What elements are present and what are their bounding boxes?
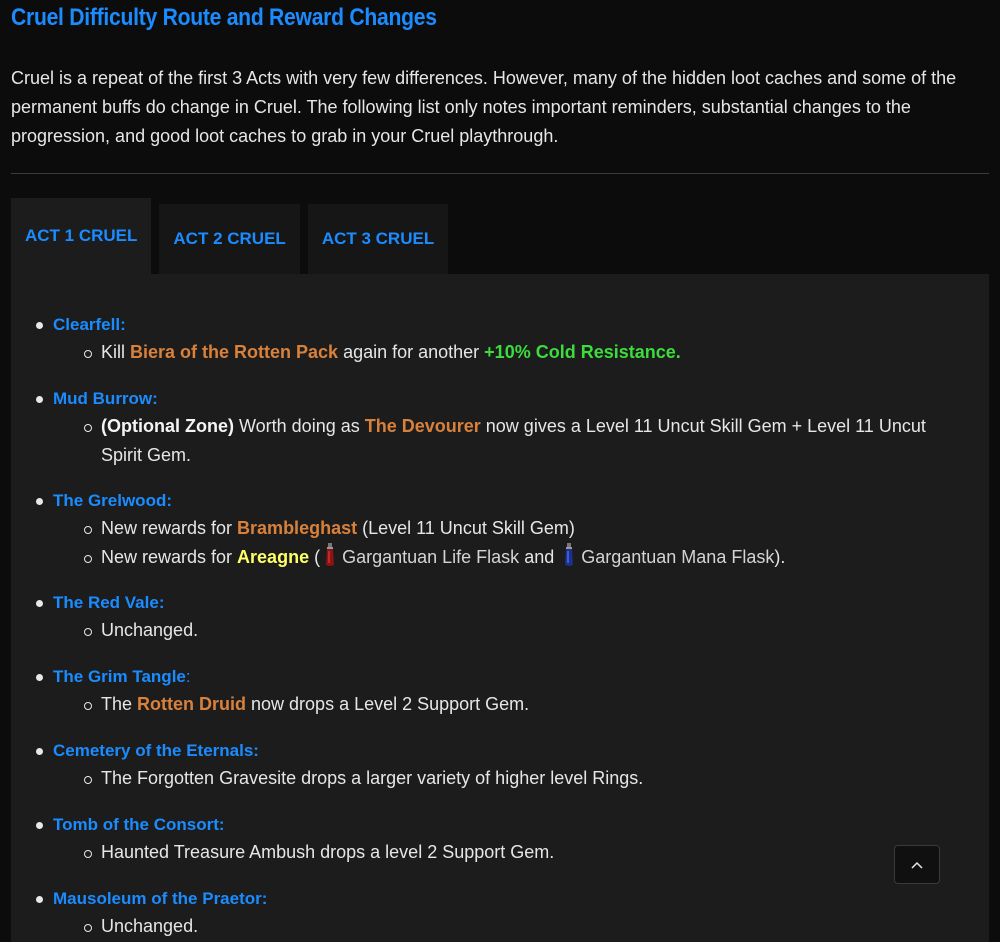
boss-name: The Devourer (364, 416, 481, 436)
sub-bullet (84, 350, 92, 358)
page-title: Cruel Difficulty Route and Reward Change… (11, 4, 437, 31)
sub-item: The Forgotten Gravesite drops a larger v… (101, 768, 644, 788)
sub-item: (Optional Zone) Worth doing as The Devou… (101, 416, 926, 465)
zone-title-link[interactable]: Tomb of the Consort: (53, 814, 225, 836)
zone-title-link[interactable]: Cemetery of the Eternals: (53, 740, 259, 762)
item-name: Gargantuan Life Flask (342, 547, 520, 567)
tab-bar: ACT 1 CRUEL ACT 2 CRUEL ACT 3 CRUEL (11, 198, 449, 274)
item-name: Gargantuan Mana Flask (581, 547, 775, 567)
reward-highlight: +10% Cold Resistance. (484, 342, 681, 362)
boss-name: Brambleghast (237, 518, 358, 538)
bullet (36, 674, 43, 681)
sub-item: The Rotten Druid now drops a Level 2 Sup… (101, 694, 530, 714)
sub-bullet (84, 776, 92, 784)
sub-bullet (84, 628, 92, 636)
bullet (36, 600, 43, 607)
bullet (36, 322, 43, 329)
sub-item: Kill Biera of the Rotten Pack again for … (101, 342, 681, 362)
sub-item: Unchanged. (101, 620, 199, 640)
intro-paragraph: Cruel is a repeat of the first 3 Acts wi… (11, 68, 957, 146)
bullet (36, 498, 43, 505)
zone-title-link[interactable]: The Grelwood: (53, 490, 172, 512)
tab-act-1-cruel[interactable]: ACT 1 CRUEL (11, 198, 152, 274)
zone-title-link[interactable]: Mausoleum of the Praetor: (53, 888, 267, 910)
life-flask-icon (326, 543, 335, 566)
sub-bullet (84, 702, 92, 710)
zone-title-link[interactable]: Mud Burrow: (53, 388, 158, 410)
zone-title: The Grim Tangle: (53, 667, 191, 686)
tab-panel-act-1: Clearfell: Kill Biera of the Rotten Pack… (11, 274, 989, 942)
bullet (36, 896, 43, 903)
chevron-up-icon (911, 861, 923, 869)
divider (11, 173, 989, 174)
bullet (36, 748, 43, 755)
boss-name: Areagne (237, 547, 310, 567)
sub-item: Haunted Treasure Ambush drops a level 2 … (101, 842, 555, 862)
sub-item: New rewards for Brambleghast (Level 11 U… (101, 518, 575, 538)
sub-item: New rewards for Areagne (Gargantuan Life… (101, 543, 961, 572)
optional-note: (Optional Zone) (101, 416, 234, 436)
zone-title-link[interactable]: Clearfell: (53, 314, 126, 336)
zone-title-link[interactable]: The Grim Tangle (53, 667, 186, 686)
page: Cruel Difficulty Route and Reward Change… (0, 0, 1000, 942)
sub-bullet (84, 424, 92, 432)
sub-item: Unchanged. (101, 916, 199, 936)
sub-bullet (84, 526, 92, 534)
boss-name: Biera of the Rotten Pack (130, 342, 339, 362)
boss-name: Rotten Druid (137, 694, 247, 714)
zone-title-link[interactable]: The Red Vale: (53, 592, 164, 614)
tab-act-2-cruel[interactable]: ACT 2 CRUEL (159, 204, 300, 274)
sub-bullet (84, 555, 92, 563)
sub-bullet (84, 924, 92, 932)
bullet (36, 822, 43, 829)
mana-flask-icon (565, 543, 574, 566)
tab-act-3-cruel[interactable]: ACT 3 CRUEL (307, 204, 449, 274)
bullet (36, 396, 43, 403)
sub-bullet (84, 850, 92, 858)
scroll-to-top-button[interactable] (894, 845, 940, 884)
